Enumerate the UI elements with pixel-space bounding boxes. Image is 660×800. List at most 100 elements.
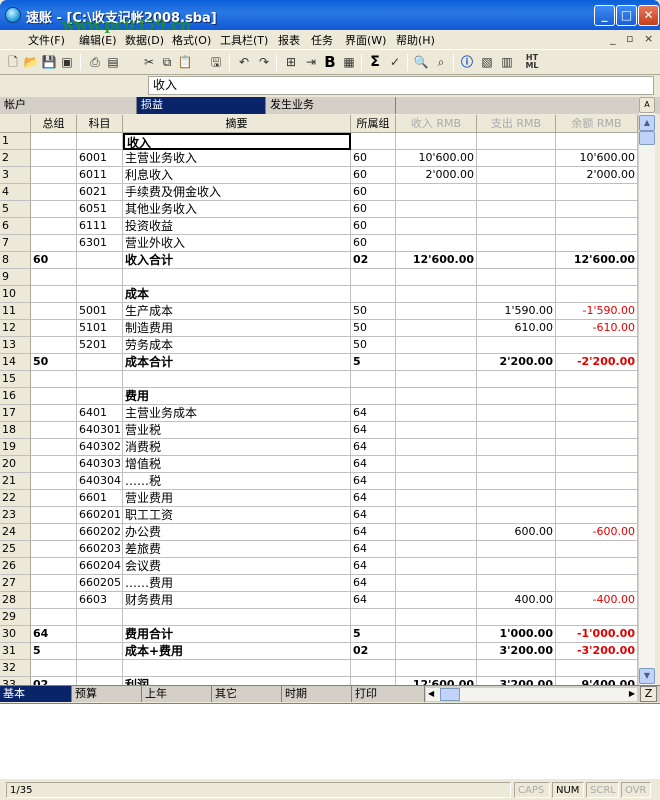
cell-summary[interactable]: ……税 <box>123 473 351 490</box>
cell-subgroup[interactable]: 60 <box>351 218 396 235</box>
cell-subgroup[interactable] <box>351 609 396 626</box>
formula-input[interactable]: 收入 <box>148 76 654 95</box>
cell-income[interactable] <box>396 439 477 456</box>
cell-group[interactable] <box>31 422 77 439</box>
maximize-button[interactable]: □ <box>616 5 637 26</box>
cell-group[interactable] <box>31 592 77 609</box>
cell-summary[interactable]: 成本+费用 <box>123 643 351 660</box>
cell-group[interactable] <box>31 660 77 677</box>
cell-balance[interactable] <box>556 422 638 439</box>
cell-summary[interactable]: 成本 <box>123 286 351 303</box>
row-number[interactable]: 29 <box>0 609 31 626</box>
scroll-right-icon[interactable]: ▶ <box>629 689 635 698</box>
cell-summary[interactable]: 制造费用 <box>123 320 351 337</box>
cell-account-code[interactable] <box>77 354 123 371</box>
cell-balance[interactable] <box>556 507 638 524</box>
cell-subgroup[interactable]: 64 <box>351 507 396 524</box>
row-number[interactable]: 17 <box>0 405 31 422</box>
close-button[interactable]: ✕ <box>638 5 659 26</box>
row-number[interactable]: 2 <box>0 150 31 167</box>
scroll-left-icon[interactable]: ◀ <box>428 689 434 698</box>
cell-expense[interactable] <box>477 456 556 473</box>
cell-subgroup[interactable]: 64 <box>351 405 396 422</box>
tab-print[interactable]: 打印 <box>352 686 425 702</box>
cell-summary[interactable]: 差旅费 <box>123 541 351 558</box>
cell-income[interactable]: 12'600.00 <box>396 677 477 685</box>
cell-group[interactable]: 50 <box>31 354 77 371</box>
row-number[interactable]: 31 <box>0 643 31 660</box>
new-icon[interactable]: 🗋 <box>4 54 22 71</box>
format-icon[interactable]: ▦ <box>340 54 358 71</box>
mdi-restore-button[interactable]: ▫ <box>626 32 633 45</box>
cell-account-code[interactable]: 660205 <box>77 575 123 592</box>
cell-subgroup[interactable] <box>351 286 396 303</box>
tab-budget[interactable]: 预算 <box>72 686 142 702</box>
cell-balance[interactable]: -400.00 <box>556 592 638 609</box>
cell-group[interactable]: 02 <box>31 677 77 685</box>
row-number[interactable]: 15 <box>0 371 31 388</box>
cell-balance[interactable] <box>556 405 638 422</box>
cell-account-code[interactable] <box>77 677 123 685</box>
cell-account-code[interactable]: 5201 <box>77 337 123 354</box>
horizontal-scrollbar[interactable]: ◀ ▶ <box>425 687 638 702</box>
cell-group[interactable] <box>31 456 77 473</box>
cell-group[interactable] <box>31 405 77 422</box>
row-number[interactable]: 4 <box>0 184 31 201</box>
cell-account-code[interactable]: 640301 <box>77 422 123 439</box>
cell-group[interactable]: 60 <box>31 252 77 269</box>
cell-balance[interactable] <box>556 541 638 558</box>
row-number[interactable]: 5 <box>0 201 31 218</box>
cell-account-code[interactable]: 6111 <box>77 218 123 235</box>
scroll-down-icon[interactable]: ▼ <box>639 668 655 684</box>
cell-account-code[interactable] <box>77 660 123 677</box>
menu-help[interactable]: 帮助(H) <box>396 32 435 48</box>
menu-file[interactable]: 文件(F) <box>28 32 65 48</box>
cell-summary[interactable]: 成本合计 <box>123 354 351 371</box>
cell-group[interactable] <box>31 133 77 150</box>
cell-balance[interactable] <box>556 184 638 201</box>
cell-account-code[interactable]: 6603 <box>77 592 123 609</box>
cell-income[interactable] <box>396 490 477 507</box>
cell-income[interactable] <box>396 609 477 626</box>
cell-account-code[interactable] <box>77 388 123 405</box>
cell-group[interactable]: 5 <box>31 643 77 660</box>
cell-subgroup[interactable]: 64 <box>351 575 396 592</box>
cell-income[interactable] <box>396 337 477 354</box>
cell-expense[interactable]: 600.00 <box>477 524 556 541</box>
cell-balance[interactable] <box>556 473 638 490</box>
cell-group[interactable] <box>31 235 77 252</box>
cell-group[interactable] <box>31 558 77 575</box>
cell-summary[interactable]: ……费用 <box>123 575 351 592</box>
cell-income[interactable] <box>396 184 477 201</box>
cell-expense[interactable] <box>477 235 556 252</box>
preview-icon[interactable]: ▤ <box>104 54 122 71</box>
bold-icon[interactable]: B <box>321 54 339 71</box>
find-replace-icon[interactable]: ⌕ <box>432 54 450 71</box>
cell-expense[interactable]: 610.00 <box>477 320 556 337</box>
cell-summary[interactable]: 消费税 <box>123 439 351 456</box>
row-number[interactable]: 32 <box>0 660 31 677</box>
cell-expense[interactable] <box>477 167 556 184</box>
tab-period[interactable]: 时期 <box>282 686 352 702</box>
cell-expense[interactable] <box>477 252 556 269</box>
cell-summary[interactable]: 财务费用 <box>123 592 351 609</box>
cell-summary[interactable]: 利息收入 <box>123 167 351 184</box>
col-header-subgroup[interactable]: 所属组 <box>351 115 396 133</box>
cell-expense[interactable]: 3'200.00 <box>477 677 556 685</box>
cell-income[interactable] <box>396 456 477 473</box>
row-number[interactable]: 25 <box>0 541 31 558</box>
cell-account-code[interactable] <box>77 133 123 150</box>
cell-balance[interactable]: -610.00 <box>556 320 638 337</box>
cell-income[interactable] <box>396 354 477 371</box>
cell-expense[interactable]: 3'200.00 <box>477 643 556 660</box>
cell-income[interactable] <box>396 235 477 252</box>
save-icon-2[interactable]: 🖫 <box>207 54 225 71</box>
cell-expense[interactable] <box>477 660 556 677</box>
info-icon[interactable]: ⓘ <box>458 54 476 71</box>
cell-expense[interactable] <box>477 507 556 524</box>
cell-balance[interactable] <box>556 609 638 626</box>
cell-balance[interactable]: -1'590.00 <box>556 303 638 320</box>
cell-group[interactable] <box>31 303 77 320</box>
cell-subgroup[interactable]: 50 <box>351 303 396 320</box>
row-number[interactable]: 27 <box>0 575 31 592</box>
